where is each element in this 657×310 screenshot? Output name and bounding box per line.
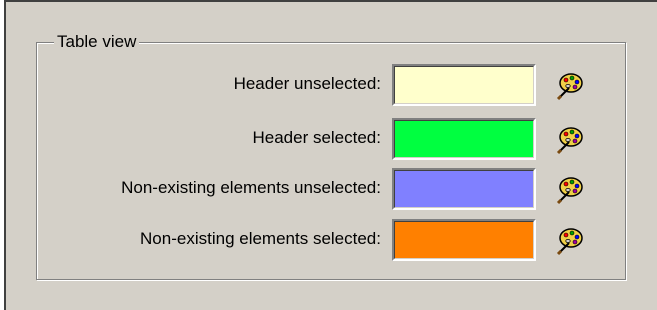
palette-icon[interactable] xyxy=(555,175,585,205)
color-row-header-selected: Header selected: xyxy=(6,118,657,160)
color-row-non-existing-unselected: Non-existing elements unselected: xyxy=(6,168,657,210)
palette-icon[interactable] xyxy=(555,226,585,256)
group-title: Table view xyxy=(54,33,140,51)
color-swatch-non-existing-selected[interactable] xyxy=(392,219,536,261)
row-label: Non-existing elements unselected: xyxy=(121,178,381,197)
color-row-header-unselected: Header unselected: xyxy=(6,64,657,106)
palette-icon[interactable] xyxy=(555,71,585,101)
color-swatch-header-unselected[interactable] xyxy=(392,64,536,106)
row-label: Header selected: xyxy=(252,128,381,147)
color-swatch-non-existing-unselected[interactable] xyxy=(392,168,536,210)
color-swatch-header-selected[interactable] xyxy=(392,118,536,160)
color-row-non-existing-selected: Non-existing elements selected: xyxy=(6,219,657,261)
row-label: Header unselected: xyxy=(233,74,381,93)
palette-icon[interactable] xyxy=(555,125,585,155)
row-label: Non-existing elements selected: xyxy=(140,229,381,248)
settings-panel: Table view Header unselected: Header sel… xyxy=(4,0,657,310)
